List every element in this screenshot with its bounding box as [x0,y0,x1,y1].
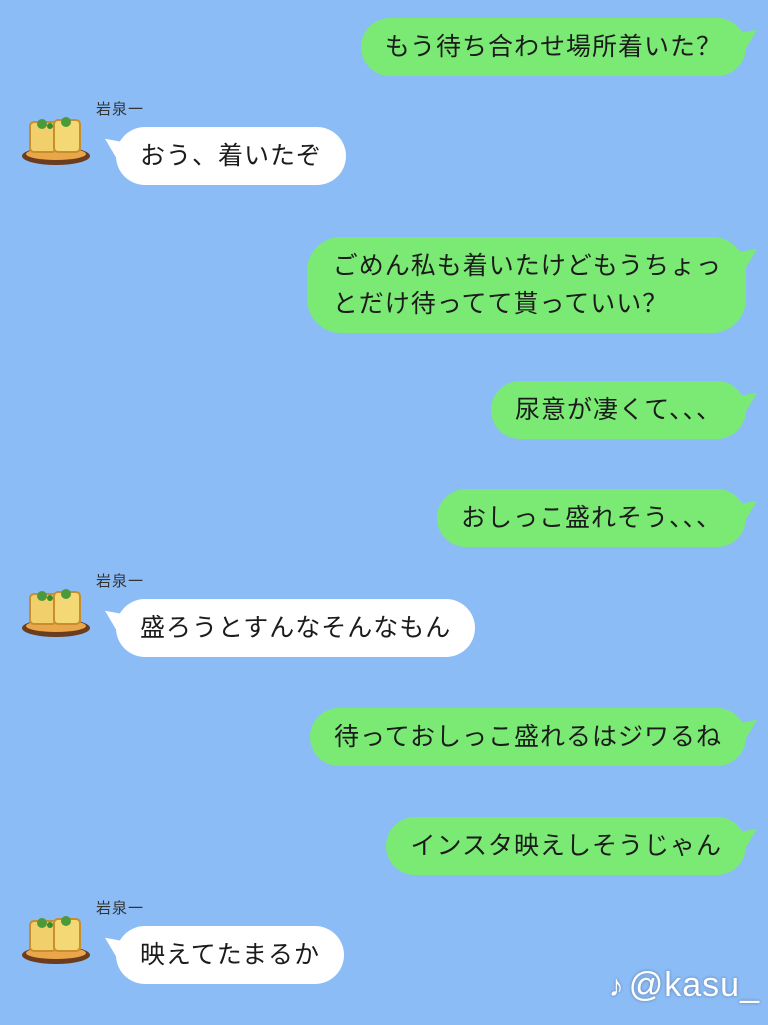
message-text: おう、着いたぞ [140,141,323,170]
my-message-bubble[interactable]: もう待ち合わせ場所着いた？ [360,18,746,76]
message-text: 尿意が凄くて、、、 [514,395,722,424]
my-message-bubble[interactable]: 待っておしっこ盛れるはジワるね [309,708,746,766]
tofu-avatar-icon[interactable] [20,584,92,640]
my-message-bubble[interactable]: ごめん私も着いたけどもうちょっ とだけ待ってて貰っていい？ [306,237,746,333]
message-text: 待っておしっこ盛れるはジワるね [333,722,722,751]
tiktok-watermark: ♪ @kasu_ [609,966,760,1005]
their-message-bubble[interactable]: おう、着いたぞ [116,127,347,185]
watermark-handle: @kasu_ [628,966,760,1004]
message-row: ごめん私も着いたけどもうちょっ とだけ待ってて貰っていい？ [306,237,746,333]
message-row: インスタ映えしそうじゃん [386,817,746,875]
message-row: おしっこ盛れそう、、、 [436,489,746,547]
their-message-bubble[interactable]: 映えてたまるか [116,926,345,984]
message-row: 尿意が凄くて、、、 [490,381,746,439]
my-message-bubble[interactable]: おしっこ盛れそう、、、 [436,489,746,547]
tiktok-icon: ♪ [608,970,625,1003]
message-text: インスタ映えしそうじゃん [410,831,722,860]
message-text: 映えてたまるか [140,940,321,969]
tofu-avatar-icon[interactable] [20,112,92,168]
message-row: もう待ち合わせ場所着いた？ [360,18,746,76]
message-row: 待っておしっこ盛れるはジワるね [309,708,746,766]
tofu-avatar-icon[interactable] [20,911,92,967]
message-text: おしっこ盛れそう、、、 [460,503,722,532]
message-text-line-2: とだけ待ってて貰っていい？ [332,289,669,318]
their-message-bubble[interactable]: 盛ろうとすんなそんなもん [116,599,476,657]
message-text: もう待ち合わせ場所着いた？ [384,32,722,61]
message-row: 盛ろうとすんなそんなもん [20,584,500,664]
message-text: 盛ろうとすんなそんなもん [140,613,452,642]
message-row: おう、着いたぞ [20,112,380,192]
message-row: 映えてたまるか [20,911,380,991]
message-text-line-1: ごめん私も着いたけどもうちょっ [332,251,722,280]
my-message-bubble[interactable]: 尿意が凄くて、、、 [490,381,746,439]
my-message-bubble[interactable]: インスタ映えしそうじゃん [386,817,746,875]
